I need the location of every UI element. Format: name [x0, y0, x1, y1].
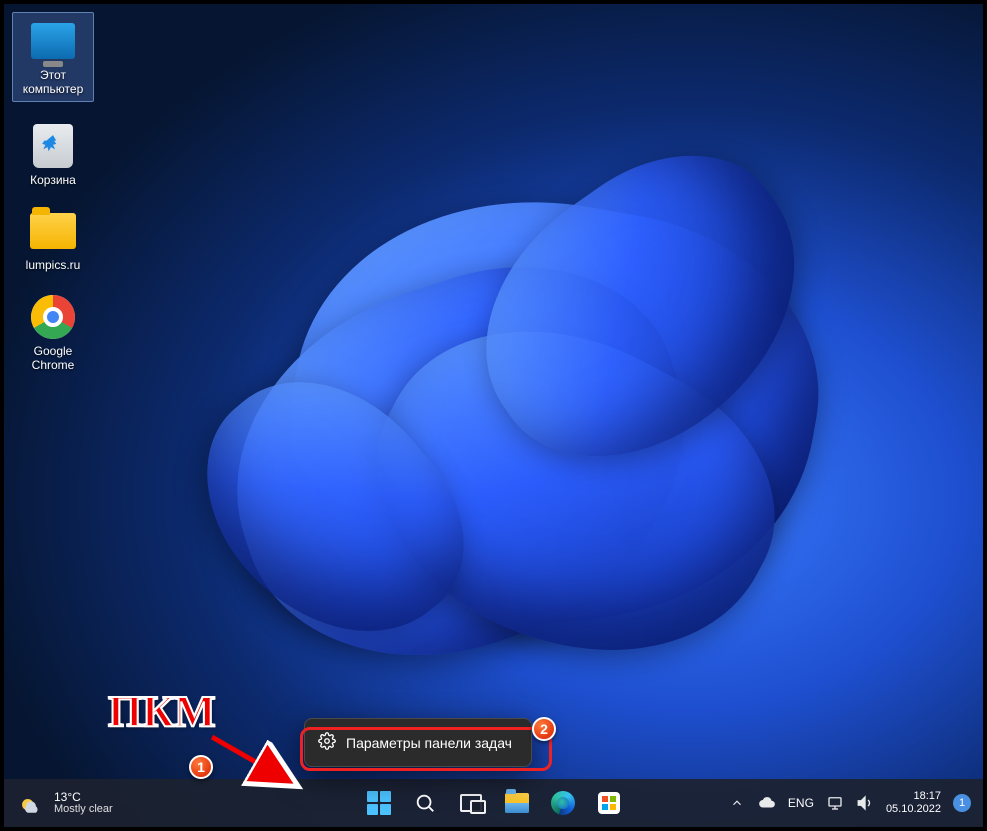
desktop-icon-chrome[interactable]: Google Chrome — [12, 293, 94, 373]
desktop-icon-folder-lumpics[interactable]: lumpics.ru — [12, 207, 94, 273]
onedrive-tray-icon[interactable] — [758, 794, 776, 812]
context-menu-item-label: Параметры панели задач — [346, 735, 512, 751]
desktop-icon-this-pc[interactable]: Этот компьютер — [12, 12, 94, 102]
tray-overflow-button[interactable] — [728, 794, 746, 812]
desktop-icon-label: Google Chrome — [12, 345, 94, 373]
task-view-button[interactable] — [451, 783, 491, 823]
desktop-icon-recycle-bin[interactable]: Корзина — [12, 122, 94, 188]
network-tray-button[interactable] — [826, 794, 844, 812]
clock-date: 05.10.2022 — [886, 803, 941, 816]
network-icon — [826, 794, 844, 812]
cloud-icon — [758, 794, 776, 812]
gear-icon — [318, 732, 336, 753]
notifications-button[interactable]: 1 — [953, 794, 971, 812]
volume-tray-button[interactable] — [856, 794, 874, 812]
taskbar-context-menu: Параметры панели задач — [304, 718, 532, 767]
folder-icon — [29, 207, 77, 255]
taskbar-system-tray: ENG 18:17 05.10.2022 1 — [728, 790, 983, 816]
desktop-icon-label: Корзина — [30, 174, 76, 188]
recycle-bin-icon — [29, 122, 77, 170]
taskbar[interactable]: 13°C Mostly clear — [4, 779, 983, 827]
search-button[interactable] — [405, 783, 445, 823]
windows-logo-icon — [367, 791, 391, 815]
weather-temperature: 13°C — [54, 791, 113, 804]
desktop-icon-label: Этот компьютер — [15, 69, 91, 97]
language-indicator[interactable]: ENG — [788, 796, 814, 810]
folder-icon — [505, 793, 529, 813]
store-icon — [598, 792, 620, 814]
microsoft-store-button[interactable] — [589, 783, 629, 823]
edge-icon — [551, 791, 575, 815]
file-explorer-button[interactable] — [497, 783, 537, 823]
chrome-icon — [29, 293, 77, 341]
context-menu-item-taskbar-settings[interactable]: Параметры панели задач — [312, 726, 524, 759]
clock-time: 18:17 — [913, 790, 941, 803]
weather-icon — [18, 790, 44, 816]
start-button[interactable] — [359, 783, 399, 823]
weather-condition: Mostly clear — [54, 804, 113, 816]
chevron-up-icon — [730, 796, 744, 810]
desktop-wallpaper[interactable] — [4, 4, 983, 827]
search-icon — [414, 792, 436, 814]
notifications-count: 1 — [959, 797, 965, 809]
edge-button[interactable] — [543, 783, 583, 823]
desktop-icon-label: lumpics.ru — [26, 259, 81, 273]
taskbar-weather-widget[interactable]: 13°C Mostly clear — [4, 790, 113, 816]
taskbar-center-group — [359, 783, 629, 823]
volume-icon — [856, 794, 874, 812]
task-view-icon — [460, 794, 482, 812]
monitor-icon — [29, 17, 77, 65]
taskbar-clock[interactable]: 18:17 05.10.2022 — [886, 790, 941, 816]
